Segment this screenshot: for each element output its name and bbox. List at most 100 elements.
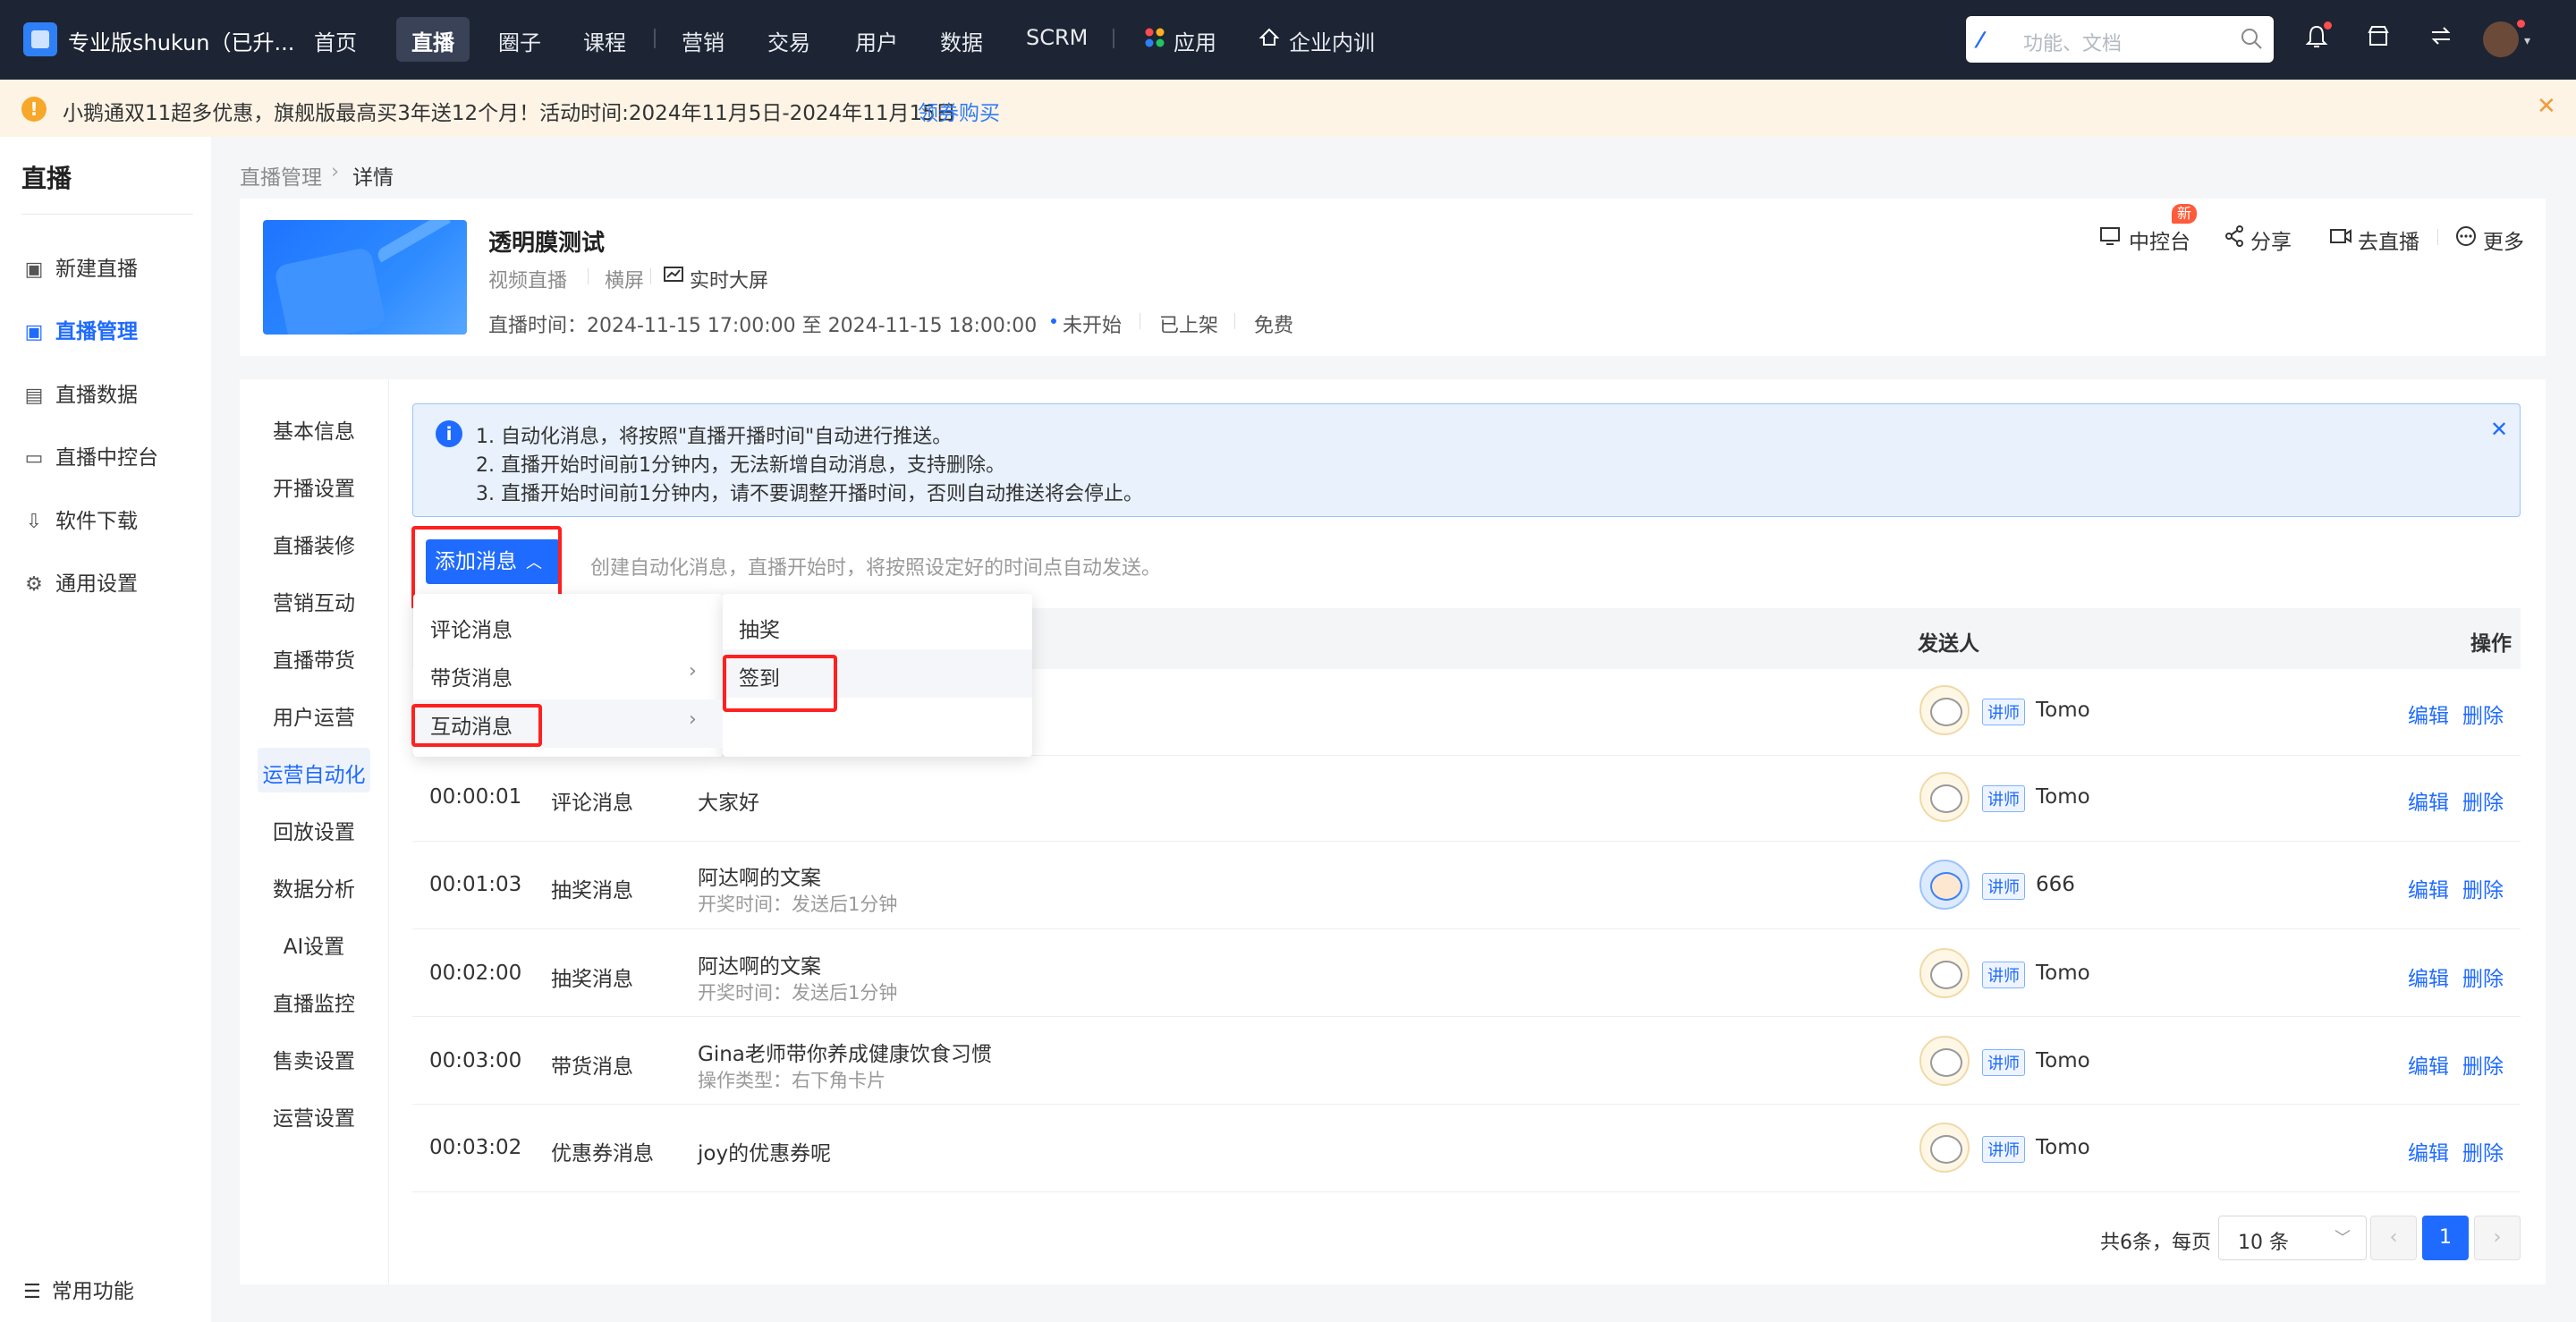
sender-avatar	[1919, 948, 1970, 998]
store-icon[interactable]	[2364, 24, 2393, 53]
prev-page-button[interactable]: ‹	[2370, 1216, 2417, 1260]
row-subtext: 开奖时间：发送后1分钟	[698, 894, 898, 915]
row-time: 00:03:02	[429, 1136, 522, 1159]
nav-live[interactable]: 直播	[411, 25, 454, 56]
sidebar-item-live-console[interactable]: ▭ 直播中控台	[23, 440, 158, 470]
breadcrumb-parent[interactable]: 直播管理	[240, 160, 322, 191]
nav-scrm[interactable]: SCRM	[1026, 25, 1088, 50]
nav-course[interactable]: 课程	[583, 25, 626, 56]
alert-line-2: 2. 直播开始时间前1分钟内，无法新增自动消息，支持删除。	[476, 454, 1005, 477]
switch-icon[interactable]	[2427, 24, 2455, 53]
sidebar-item-download[interactable]: ⇩ 软件下载	[23, 504, 138, 534]
org-name[interactable]: 专业版shukun（已升...	[68, 25, 294, 56]
row-subtext: 开奖时间：发送后1分钟	[698, 982, 898, 1004]
lecturer-tag: 讲师	[1982, 1049, 2025, 1076]
lecturer-tag: 讲师	[1982, 1136, 2025, 1163]
inner-nav-replay[interactable]: 回放设置	[247, 815, 381, 845]
menu-list-icon: ☰	[23, 1281, 41, 1303]
inner-nav-monitor[interactable]: 直播监控	[247, 987, 381, 1017]
more-button[interactable]: 更多	[2483, 225, 2524, 255]
breadcrumb-current: 详情	[352, 166, 394, 190]
nav-marketing[interactable]: 营销	[682, 25, 724, 56]
close-icon[interactable]: ✕	[2537, 93, 2556, 120]
console-icon	[2098, 225, 2122, 248]
row-content: 大家好	[698, 792, 759, 815]
nav-apps[interactable]: 应用	[1174, 25, 1216, 56]
sidebar-item-live-data[interactable]: ▤ 直播数据	[23, 377, 138, 408]
more-icon	[2454, 225, 2478, 248]
inner-nav-sales-settings[interactable]: 售卖设置	[247, 1044, 381, 1074]
big-screen-icon	[663, 265, 684, 286]
page-number[interactable]: 1	[2422, 1216, 2469, 1260]
row-type: 抽奖消息	[551, 879, 633, 903]
menu-item-goods[interactable]: 带货消息	[430, 661, 513, 691]
sidebar-item-new-live[interactable]: ▣ 新建直播	[23, 251, 138, 282]
delete-link[interactable]: 删除	[2462, 1049, 2504, 1080]
nav-data[interactable]: 数据	[940, 25, 983, 56]
inner-nav-automation[interactable]: 运营自动化	[247, 758, 381, 788]
row-divider	[412, 1191, 2521, 1192]
lecturer-tag: 讲师	[1982, 699, 2025, 725]
edit-link[interactable]: 编辑	[2408, 1136, 2449, 1166]
delete-link[interactable]: 删除	[2462, 1136, 2504, 1166]
delete-link[interactable]: 删除	[2462, 699, 2504, 729]
nav-circle[interactable]: 圈子	[498, 25, 541, 56]
share-button[interactable]: 分享	[2250, 225, 2292, 255]
edit-link[interactable]: 编辑	[2408, 699, 2449, 729]
chevron-down-icon[interactable]: ▾	[2524, 34, 2530, 48]
inner-nav-broadcast-settings[interactable]: 开播设置	[247, 471, 381, 502]
inner-nav-ops-settings[interactable]: 运营设置	[247, 1101, 381, 1131]
row-time: 00:03:00	[429, 1049, 522, 1072]
menu-item-comment[interactable]: 评论消息	[430, 613, 513, 643]
delete-link[interactable]: 删除	[2462, 785, 2504, 816]
inner-nav-user-operation[interactable]: 用户运营	[247, 700, 381, 731]
chevron-down-icon: ﹀	[2334, 1229, 2351, 1248]
new-live-icon: ▣	[24, 258, 44, 281]
app-logo-icon[interactable]	[23, 22, 57, 56]
inner-nav-marketing-interaction[interactable]: 营销互动	[247, 586, 381, 616]
sender-avatar	[1919, 1036, 1970, 1086]
realtime-screen-link[interactable]: 实时大屏	[690, 265, 768, 293]
sidebar-item-live-manage[interactable]: ▣ 直播管理	[23, 314, 138, 344]
close-icon[interactable]: ✕	[2490, 417, 2508, 442]
edit-link[interactable]: 编辑	[2408, 1049, 2449, 1080]
sender-name: Tomo	[2036, 1136, 2090, 1159]
avatar-notification-dot	[2517, 20, 2525, 28]
edit-link[interactable]: 编辑	[2408, 962, 2449, 992]
chevron-right-icon: ›	[689, 708, 697, 731]
submenu-item-lottery[interactable]: 抽奖	[739, 613, 780, 643]
delete-link[interactable]: 删除	[2462, 873, 2504, 903]
inner-nav-ai-settings[interactable]: AI设置	[247, 929, 381, 960]
inner-nav-live-selling[interactable]: 直播带货	[247, 643, 381, 674]
go-live-button[interactable]: 去直播	[2358, 225, 2419, 255]
user-avatar[interactable]	[2483, 21, 2519, 57]
camera-icon	[2329, 225, 2352, 247]
console-button[interactable]: 中控台	[2129, 225, 2190, 255]
row-time: 00:00:01	[429, 785, 522, 809]
notification-dot	[2324, 21, 2332, 30]
common-functions-button[interactable]: ☰ 常用功能	[23, 1274, 134, 1304]
sender-avatar	[1919, 685, 1970, 735]
row-content: joy的优惠券呢	[698, 1142, 832, 1165]
sidebar-item-settings[interactable]: ⚙ 通用设置	[23, 566, 138, 597]
search-brand-icon: ⁄	[1979, 28, 1983, 53]
edit-link[interactable]: 编辑	[2408, 873, 2449, 903]
promo-coupon-link[interactable]: 领券购买	[918, 96, 1000, 126]
nav-users[interactable]: 用户	[855, 25, 898, 56]
nav-home[interactable]: 首页	[314, 25, 357, 56]
inner-nav-decoration[interactable]: 直播装修	[247, 529, 381, 559]
alert-line-1: 1. 自动化消息，将按照"直播开播时间"自动进行推送。	[476, 426, 953, 448]
search-icon[interactable]	[2240, 27, 2263, 50]
inner-nav-analytics[interactable]: 数据分析	[247, 872, 381, 903]
inner-nav-basic-info[interactable]: 基本信息	[247, 414, 381, 445]
next-page-button[interactable]: ›	[2474, 1216, 2521, 1260]
sender-name: Tomo	[2036, 785, 2090, 809]
edit-link[interactable]: 编辑	[2408, 785, 2449, 816]
action-divider	[2437, 229, 2438, 245]
share-icon	[2224, 225, 2245, 248]
column-header-ops: 操作	[2470, 632, 2512, 656]
nav-enterprise-training[interactable]: 企业内训	[1289, 25, 1375, 56]
nav-trade[interactable]: 交易	[767, 25, 810, 56]
monitor-icon: ▭	[24, 447, 44, 470]
delete-link[interactable]: 删除	[2462, 962, 2504, 992]
